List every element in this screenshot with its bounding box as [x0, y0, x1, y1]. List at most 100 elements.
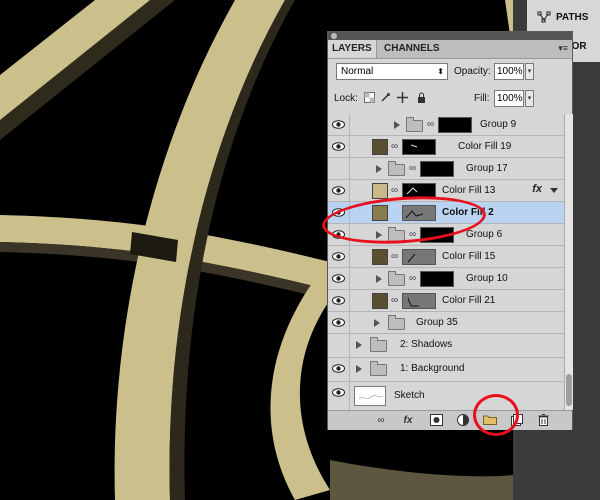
- layer-mask-thumbnail[interactable]: [402, 183, 436, 199]
- layer-name: Group 6: [466, 229, 503, 240]
- folder-icon: [370, 337, 387, 352]
- expand-effects-icon[interactable]: [550, 188, 558, 193]
- visibility-toggle[interactable]: [328, 136, 350, 157]
- layer-thumbnail[interactable]: [354, 386, 386, 406]
- expand-triangle-icon[interactable]: [374, 319, 380, 327]
- layer-row[interactable]: ∞ Color Fill 19: [328, 136, 564, 158]
- layer-row[interactable]: 2: Shadows: [328, 334, 564, 358]
- layer-row[interactable]: ∞ Color Fill 21: [328, 290, 564, 312]
- visibility-toggle[interactable]: [328, 382, 350, 410]
- visibility-toggle[interactable]: [328, 158, 350, 179]
- lock-transparent-icon[interactable]: [364, 92, 375, 103]
- trash-icon[interactable]: [536, 414, 550, 427]
- layer-row-selected[interactable]: Color Fill 2: [328, 202, 564, 224]
- layer-row[interactable]: ∞ Color Fill 13 fx: [328, 180, 564, 202]
- paths-tab[interactable]: PATHS: [556, 12, 588, 23]
- layer-row[interactable]: Group 35: [328, 312, 564, 334]
- tab-channels[interactable]: CHANNELS: [380, 40, 444, 58]
- link-icon: ∞: [409, 229, 417, 240]
- layer-mask-thumbnail[interactable]: [402, 249, 436, 265]
- fill-label: Fill:: [474, 93, 490, 104]
- layer-row[interactable]: 1: Background: [328, 358, 564, 382]
- visibility-toggle[interactable]: [328, 290, 350, 311]
- opacity-input[interactable]: 100%: [494, 63, 524, 80]
- add-style-fx-icon[interactable]: fx: [401, 414, 415, 427]
- visibility-toggle[interactable]: [328, 224, 350, 245]
- color-fill-swatch[interactable]: [372, 183, 388, 199]
- link-icon: ∞: [391, 251, 399, 262]
- layer-row[interactable]: ∞ Group 6: [328, 224, 564, 246]
- blend-mode-select[interactable]: Normal ⬍: [336, 63, 448, 80]
- paths-icon: [537, 11, 551, 23]
- layer-name: Color Fill 21: [442, 295, 496, 306]
- visibility-toggle[interactable]: [328, 334, 350, 357]
- folder-icon: [388, 315, 405, 330]
- visibility-toggle[interactable]: [328, 312, 350, 333]
- expand-triangle-icon[interactable]: [356, 341, 362, 349]
- layers-list: ∞ Group 9 ∞ Color Fill 19 ∞ Group 17 ∞ C…: [328, 114, 564, 410]
- link-icon: ∞: [409, 273, 417, 284]
- stepper-icon: ⬍: [437, 67, 444, 76]
- color-fill-swatch[interactable]: [372, 293, 388, 309]
- adjustment-layer-icon[interactable]: [456, 414, 470, 427]
- scrollbar-thumb[interactable]: [566, 374, 572, 406]
- expand-triangle-icon[interactable]: [376, 165, 382, 173]
- fill-input[interactable]: 100%: [494, 90, 524, 107]
- tab-layers[interactable]: LAYERS: [328, 40, 377, 58]
- layer-name: Group 10: [466, 273, 508, 284]
- visibility-toggle[interactable]: [328, 268, 350, 289]
- visibility-toggle[interactable]: [328, 180, 350, 201]
- layer-row[interactable]: ∞ Group 17: [328, 158, 564, 180]
- expand-triangle-icon[interactable]: [356, 365, 362, 373]
- color-fill-swatch[interactable]: [372, 205, 388, 221]
- lock-position-icon[interactable]: [397, 92, 408, 103]
- layer-mask-thumbnail[interactable]: [402, 293, 436, 309]
- layer-mask-thumbnail[interactable]: [402, 205, 436, 221]
- layer-mask-thumbnail[interactable]: [420, 227, 454, 243]
- folder-icon: [388, 271, 405, 286]
- link-icon: ∞: [409, 163, 417, 174]
- blend-mode-value: Normal: [341, 66, 374, 77]
- link-icon: ∞: [391, 295, 399, 306]
- layer-mask-thumbnail[interactable]: [438, 117, 472, 133]
- fill-dropdown-icon[interactable]: ▾: [525, 90, 534, 107]
- layer-row[interactable]: ∞ Group 10: [328, 268, 564, 290]
- color-fill-swatch[interactable]: [372, 249, 388, 265]
- visibility-toggle[interactable]: [328, 246, 350, 267]
- layer-row[interactable]: ∞ Group 9: [328, 114, 564, 136]
- layer-name: Sketch: [394, 390, 425, 401]
- layer-row[interactable]: Sketch: [328, 382, 564, 410]
- eye-icon: [332, 274, 345, 283]
- expand-triangle-icon[interactable]: [376, 231, 382, 239]
- layer-row[interactable]: ∞ Color Fill 15: [328, 246, 564, 268]
- lock-label: Lock:: [334, 93, 358, 104]
- add-mask-icon[interactable]: [429, 414, 443, 427]
- layer-name: 2: Shadows: [400, 339, 453, 350]
- lock-image-icon[interactable]: [380, 92, 391, 103]
- opacity-dropdown-icon[interactable]: ▾: [525, 63, 534, 80]
- visibility-toggle[interactable]: [328, 114, 350, 135]
- layers-scrollbar[interactable]: [564, 114, 573, 410]
- color-fill-swatch[interactable]: [372, 139, 388, 155]
- layer-mask-thumbnail[interactable]: [420, 271, 454, 287]
- new-layer-icon[interactable]: [510, 414, 524, 427]
- layer-name: Color Fill 19: [458, 141, 512, 152]
- layer-name: 1: Background: [400, 363, 465, 374]
- layer-mask-thumbnail[interactable]: [402, 139, 436, 155]
- panel-tabs: LAYERS CHANNELS ▾≡: [328, 40, 572, 59]
- visibility-toggle[interactable]: [328, 202, 350, 223]
- layer-effects-icon[interactable]: fx: [532, 183, 542, 195]
- link-layers-icon[interactable]: ∞: [374, 414, 388, 427]
- panel-menu-icon[interactable]: ▾≡: [558, 43, 568, 54]
- eye-icon: [332, 364, 345, 373]
- close-icon[interactable]: [331, 33, 337, 39]
- lock-all-icon[interactable]: [416, 92, 427, 103]
- visibility-toggle[interactable]: [328, 358, 350, 381]
- panel-title-bar[interactable]: [328, 32, 572, 40]
- eye-icon: [332, 296, 345, 305]
- layer-mask-thumbnail[interactable]: [420, 161, 454, 177]
- expand-triangle-icon[interactable]: [376, 275, 382, 283]
- new-group-icon[interactable]: [483, 414, 497, 427]
- eye-icon: [332, 388, 345, 397]
- expand-triangle-icon[interactable]: [394, 121, 400, 129]
